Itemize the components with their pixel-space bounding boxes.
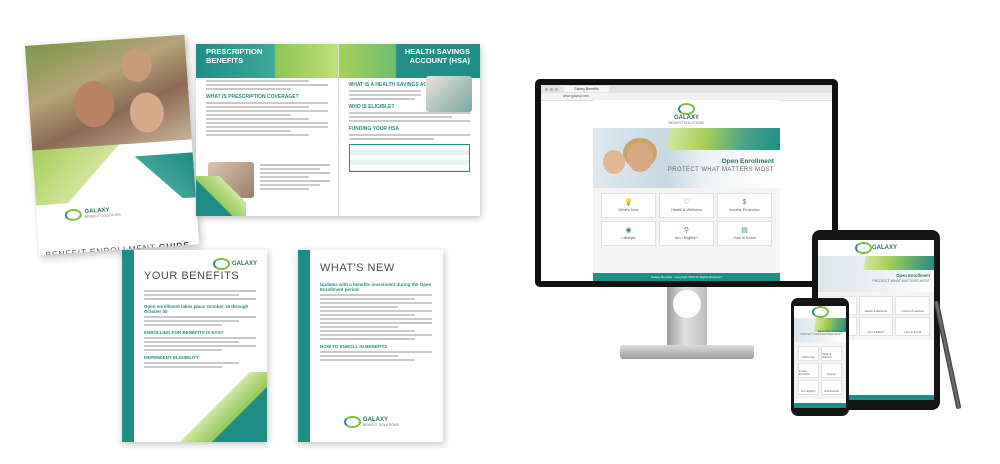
flyer-section: Updates with a benefits investment durin… [320, 282, 432, 292]
hsa-title: HEALTH SAVINGS ACCOUNT (HSA) [404, 47, 470, 65]
galaxy-logo: GALAXY [212, 258, 257, 270]
nav-tile-am-i-eligible[interactable]: Am I Eligible? [858, 317, 894, 336]
nav-tile-what-s-new[interactable]: 💡 What's New [601, 193, 656, 218]
nav-tile-label: Am I Eligible? [674, 236, 699, 240]
nav-tile-income-protection[interactable]: $ Income Protection [717, 193, 772, 218]
phone-screen: Open Enrollment PROTECT WHAT MATTERS MOS… [794, 306, 846, 408]
galaxy-logo-icon [212, 258, 230, 270]
browser-tabbar: Galaxy Benefits [541, 85, 832, 93]
person-icon: ⚲ [683, 227, 690, 234]
nav-tile-income-protection[interactable]: Income Protection [895, 296, 930, 315]
spread-right-page: HEALTH SAVINGS ACCOUNT (HSA) WHAT IS A H… [337, 44, 480, 216]
nav-tile-label: How to Enroll [904, 330, 921, 334]
galaxy-logo: GALAXY BENEFIT SOLUTIONS [64, 206, 121, 222]
enrollment-website: GALAXY BENEFIT SOLUTIONS Open Enrollment… [593, 100, 780, 281]
nav-tile-lifestyle[interactable]: ◉ Lifestyle [601, 221, 656, 246]
galaxy-logo: GALAXY BENEFIT SOLUTIONS [344, 416, 399, 428]
hero-subtitle: PROTECT WHAT MATTERS MOST [667, 167, 774, 173]
nav-tile-health-wellness[interactable]: ♡ Health & Wellness [659, 193, 714, 218]
heart-icon: ♡ [683, 199, 690, 206]
nav-tile-how-to-enroll[interactable]: How to Enroll [821, 380, 842, 395]
hero-banner: Open Enrollment PROTECT WHAT MATTERS MOS… [818, 256, 934, 292]
phone-device: Open Enrollment PROTECT WHAT MATTERS MOS… [791, 298, 849, 416]
nav-tile-how-to-enroll[interactable]: How to Enroll [895, 317, 930, 336]
nav-tile-health-wellness[interactable]: Health & Wellness [821, 346, 842, 361]
child-photo [603, 150, 625, 174]
flyer-section: DEPENDENT ELIGIBILITY [144, 355, 200, 360]
flyer-whats-new: WHAT'S NEW Updates with a benefits inves… [298, 250, 443, 442]
nav-tile-label: Income Protection [901, 309, 924, 313]
site-logo[interactable]: GALAXY [818, 240, 934, 256]
spread-left-page: PRESCRIPTION BENEFITS WHAT IS PRESCRIPTI… [196, 44, 338, 216]
nav-tile-label: Lifestyle [621, 236, 636, 240]
galaxy-logo-icon [854, 242, 872, 254]
hero-subtitle: PROTECT WHAT MATTERS MOST [800, 333, 842, 336]
nav-tile-label: Income Protection [799, 370, 810, 376]
site-logo[interactable]: GALAXY BENEFIT SOLUTIONS [593, 100, 780, 128]
nav-tile-label: How to Enroll [733, 236, 756, 240]
brochure-cover: GALAXY BENEFIT SOLUTIONS BENEFIT ENROLLM… [24, 34, 200, 256]
funding-subhead: FUNDING YOUR HSA [348, 126, 399, 132]
flyer-section: Open enrollment takes place October 16 t… [144, 304, 249, 314]
maximize-dot-icon[interactable] [555, 87, 558, 91]
nav-tile-am-i-eligible[interactable]: ⚲ Am I Eligible? [659, 221, 714, 246]
site-footer: Galaxy Benefits · Copyright 2019 All Rig… [593, 273, 780, 281]
galaxy-logo-icon [678, 103, 695, 115]
hero-subtitle: PROTECT WHAT MATTERS MOST [872, 279, 930, 283]
browser-tab[interactable]: Galaxy Benefits [564, 86, 609, 92]
nav-tile-label: Income Protection [729, 208, 760, 212]
galaxy-logo-icon [811, 306, 829, 318]
monitor-base [620, 345, 754, 359]
prescription-subhead: WHAT IS PRESCRIPTION COVERAGE? [206, 94, 299, 100]
nav-tile-income-protection[interactable]: Income Protection [798, 363, 819, 378]
nav-tile-label: Am I Eligible? [801, 390, 816, 393]
nav-tile-label: Health & Wellness [822, 353, 832, 359]
nav-tile-label: What's New [618, 208, 639, 212]
nav-tile-am-i-eligible[interactable]: Am I Eligible? [798, 380, 819, 395]
prescription-title: PRESCRIPTION BENEFITS [206, 47, 263, 65]
hero-title: Open Enrollment [896, 273, 930, 278]
hsa-header: HEALTH SAVINGS ACCOUNT (HSA) [338, 44, 480, 78]
nav-tile-label: Lifestyle [827, 373, 836, 376]
nav-tiles: What's New Health & Wellness Income Protec… [794, 342, 846, 399]
nav-tile-label: What's New [802, 356, 815, 359]
browser-window: Galaxy Benefits www.galaxy.com GALAXY BE… [541, 85, 832, 281]
doctor-photo [426, 76, 472, 112]
nav-tile-health-wellness[interactable]: Health & Wellness [858, 296, 894, 315]
mother-photo [627, 142, 653, 172]
nav-tile-lifestyle[interactable]: Lifestyle [821, 363, 842, 378]
flyer-title: YOUR BENEFITS [144, 270, 240, 282]
prescription-header: PRESCRIPTION BENEFITS [196, 44, 338, 78]
hero-banner: Open Enrollment PROTECT WHAT MATTERS MOS… [794, 318, 846, 342]
site-footer [794, 403, 846, 408]
flyer-section: ENROLLING FOR BENEFITS IS EASY [144, 330, 224, 335]
nav-tiles: 💡 What's New ♡ Health & Wellness $ Income Pro… [593, 188, 780, 251]
lightbulb-icon: 💡 [624, 199, 633, 206]
nav-tile-label: Health & Wellness [864, 309, 888, 313]
nav-tile-label: How to Enroll [824, 390, 839, 393]
minimize-dot-icon[interactable] [550, 87, 553, 91]
nav-tile-label: Health & Wellness [671, 208, 702, 212]
nav-tile-label: Am I Eligible? [867, 330, 885, 334]
site-logo[interactable] [794, 306, 846, 318]
galaxy-logo-icon [344, 416, 361, 428]
hero-banner: Open Enrollment PROTECT WHAT MATTERS MOS… [593, 128, 780, 188]
desktop-monitor: Galaxy Benefits www.galaxy.com GALAXY BE… [535, 79, 838, 287]
flyer-section: HOW TO ENROLL IN BENEFITS [320, 344, 388, 349]
nav-tile-how-to-enroll[interactable]: ▤ How to Enroll [717, 221, 772, 246]
nav-tile-what-s-new[interactable]: What's New [798, 346, 819, 361]
flyer-your-benefits: GALAXY YOUR BENEFITS Open enrollment tak… [122, 250, 267, 442]
hero-title: Open Enrollment [721, 158, 774, 165]
galaxy-logo-icon [64, 208, 83, 222]
hsa-table [348, 144, 470, 172]
flyer-title: WHAT'S NEW [320, 262, 395, 274]
brochure-spread: PRESCRIPTION BENEFITS WHAT IS PRESCRIPTI… [196, 44, 480, 216]
money-icon: $ [742, 199, 747, 206]
document-icon: ▤ [741, 227, 748, 234]
pin-icon: ◉ [625, 227, 632, 234]
close-dot-icon[interactable] [545, 87, 548, 91]
